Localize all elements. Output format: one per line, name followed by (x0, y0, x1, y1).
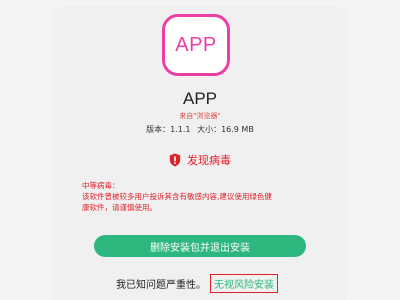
app-version-size: 版本：1.1.1 大小：16.9 MB (0, 124, 400, 135)
ignore-risk-install-link[interactable]: 无视风险安装 (210, 274, 278, 293)
app-icon: APP (162, 14, 230, 76)
virus-description-line: 康软件，请谨慎使用。 (82, 203, 157, 212)
app-size: 大小：16.9 MB (197, 125, 254, 134)
app-version: 版本：1.1.1 (146, 125, 191, 134)
delete-and-exit-button[interactable]: 删除安装包并退出安装 (94, 235, 306, 257)
virus-warning-title: 发现病毒 (0, 152, 400, 168)
app-source: 来自"浏览器" (179, 112, 221, 120)
virus-severity: 中等病毒： (82, 181, 120, 190)
app-icon-label: APP (175, 33, 217, 56)
app-name: APP (182, 89, 218, 108)
virus-description-line: 该软件曾被较多用户投诉其含有敏感内容,建议使用绿色健 (82, 192, 272, 201)
virus-title-text: 发现病毒 (187, 154, 231, 167)
risk-confirmation-row: 我已知问题严重性。 无视风险安装 (116, 274, 278, 293)
shield-warning-icon (169, 153, 181, 167)
virus-description: 中等病毒： 该软件曾被较多用户投诉其含有敏感内容,建议使用绿色健 康软件，请谨慎… (82, 180, 322, 213)
install-screen: APP APP 来自"浏览器" 版本：1.1.1 大小：16.9 MB 发现病毒… (0, 0, 400, 300)
risk-confirmation-text: 我已知问题严重性。 (116, 280, 206, 291)
